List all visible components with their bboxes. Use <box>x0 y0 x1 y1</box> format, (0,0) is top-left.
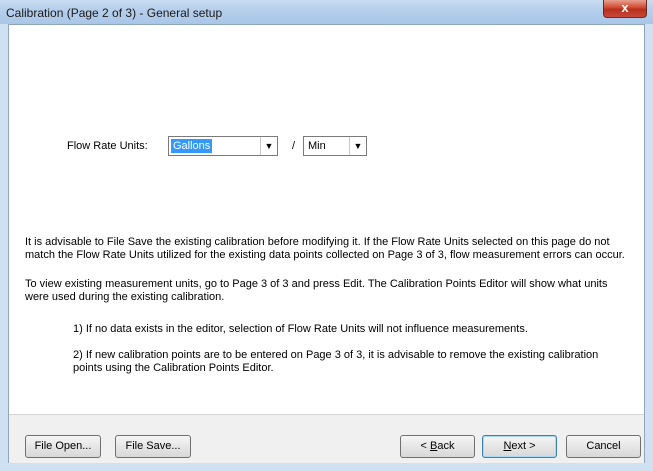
back-button-prefix: < <box>420 440 430 452</box>
chevron-down-icon[interactable]: ▼ <box>260 137 277 155</box>
dialog-client-area: Flow Rate Units: Gallons ▼ / Min ▼ It is… <box>8 24 645 463</box>
file-open-button[interactable]: File Open... <box>25 435 101 458</box>
dialog-window: Calibration (Page 2 of 3) - General setu… <box>0 0 653 471</box>
chevron-down-icon[interactable]: ▼ <box>349 137 366 155</box>
time-unit-select[interactable]: Min ▼ <box>303 136 367 156</box>
next-button[interactable]: Next > <box>482 435 557 458</box>
next-button-label: ext > <box>511 440 536 452</box>
measurement-units-paragraph: To view existing measurement units, go t… <box>25 278 608 303</box>
button-bar: File Open... File Save... < Back Next > … <box>9 414 644 463</box>
flow-unit-value: Gallons <box>171 139 213 153</box>
back-button[interactable]: < Back <box>400 435 475 458</box>
close-button[interactable]: x <box>603 0 647 18</box>
note-no-data: 1) If no data exists in the editor, sele… <box>73 323 528 335</box>
time-unit-value: Min <box>308 140 326 152</box>
file-save-button[interactable]: File Save... <box>115 435 191 458</box>
title-bar[interactable]: Calibration (Page 2 of 3) - General setu… <box>0 0 653 24</box>
close-icon: x <box>621 0 629 15</box>
cancel-button[interactable]: Cancel <box>566 435 641 458</box>
note-new-points: 2) If new calibration points are to be e… <box>73 349 599 374</box>
flow-unit-select[interactable]: Gallons ▼ <box>168 136 278 156</box>
advisory-paragraph: It is advisable to File Save the existin… <box>25 236 625 261</box>
content-panel: Flow Rate Units: Gallons ▼ / Min ▼ It is… <box>9 25 644 414</box>
back-button-label: ack <box>437 440 455 452</box>
window-title: Calibration (Page 2 of 3) - General setu… <box>6 6 223 20</box>
unit-separator: / <box>292 140 296 152</box>
flow-rate-units-label: Flow Rate Units: <box>67 140 148 152</box>
